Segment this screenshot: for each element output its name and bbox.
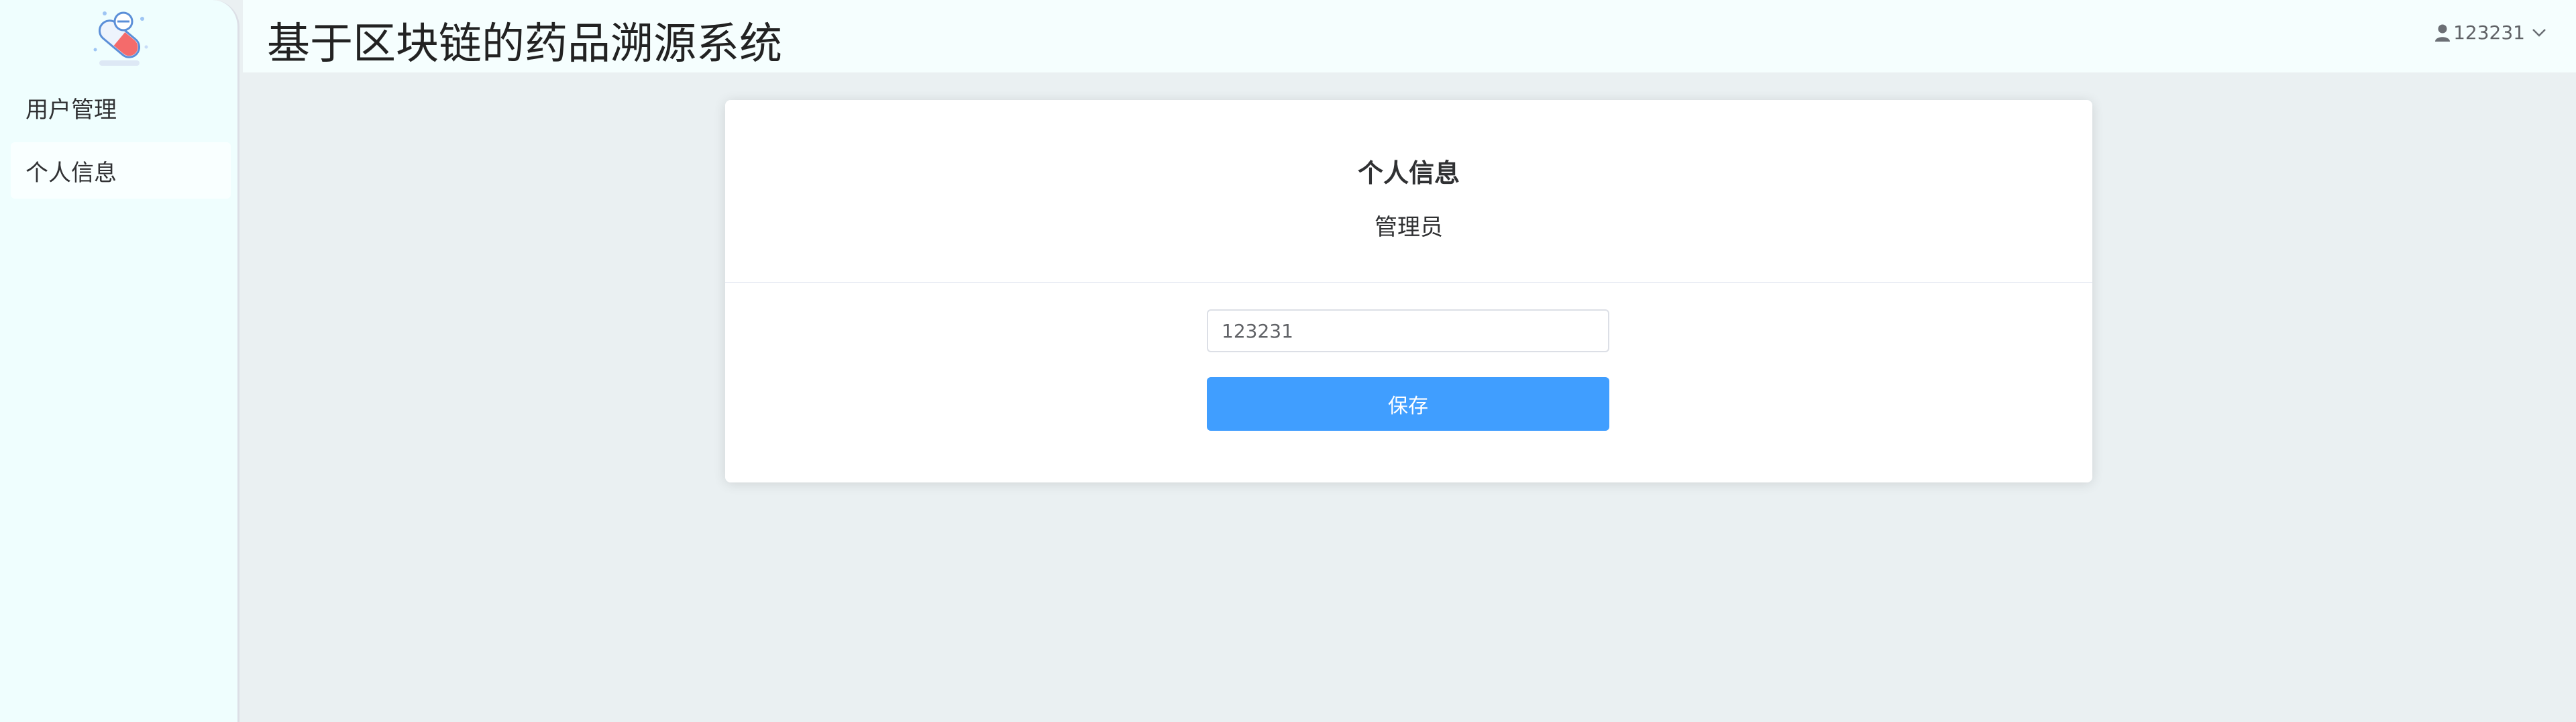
user-menu[interactable]: 123231 xyxy=(2434,21,2546,44)
app-title: 基于区块链的药品溯源系统 xyxy=(267,19,782,69)
sidebar-item-profile[interactable]: 个人信息 xyxy=(11,142,231,199)
username-input[interactable] xyxy=(1207,309,1609,352)
user-name: 123231 xyxy=(2453,21,2525,44)
chevron-down-icon xyxy=(2532,28,2546,38)
pill-logo-icon xyxy=(85,4,154,71)
user-icon xyxy=(2434,23,2451,42)
sidebar: 用户管理 个人信息 xyxy=(0,0,239,722)
divider xyxy=(725,282,2092,283)
top-header: 基于区块链的药品溯源系统 123231 xyxy=(243,0,2576,72)
profile-card: 个人信息 管理员 保存 xyxy=(725,100,2092,482)
sidebar-item-label: 用户管理 xyxy=(25,96,117,123)
card-title: 个人信息 xyxy=(1357,158,1460,188)
save-button[interactable]: 保存 xyxy=(1207,377,1609,431)
sidebar-item-user-management[interactable]: 用户管理 xyxy=(11,79,231,136)
sidebar-item-label: 个人信息 xyxy=(25,159,117,187)
role-label: 管理员 xyxy=(1375,214,1443,241)
